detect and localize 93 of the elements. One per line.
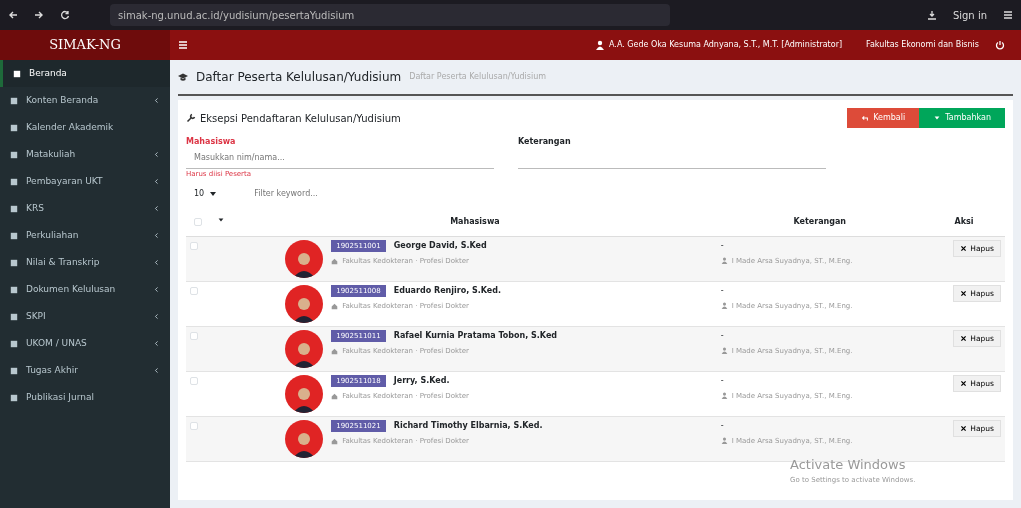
undo-arrow-icon — [861, 114, 870, 122]
page-length-select[interactable]: 10 — [194, 187, 205, 200]
sidebar-item[interactable]: Konten Beranda — [0, 87, 170, 114]
home-icon — [331, 257, 339, 265]
row-checkbox[interactable] — [190, 241, 198, 250]
row-checkbox[interactable] — [190, 331, 198, 340]
home-icon — [331, 392, 339, 400]
menu-item-icon — [10, 285, 18, 294]
student-name: George David, S.Ked — [393, 239, 487, 252]
forward-icon[interactable] — [34, 10, 44, 20]
back-icon[interactable] — [8, 10, 18, 20]
person-icon — [720, 302, 728, 310]
user-name[interactable]: A.A. Gede Oka Kesuma Adnyana, S.T., M.T. [Administrator] — [609, 39, 843, 51]
back-button[interactable]: Kembali — [847, 108, 920, 128]
menu-item-icon — [10, 123, 18, 132]
menu-item-icon — [10, 339, 18, 348]
sidebar-item[interactable]: Tugas Akhir — [0, 357, 170, 384]
sidebar-item[interactable]: Perkuliahan — [0, 222, 170, 249]
brand-logo[interactable]: SIMAK-NG — [0, 30, 170, 60]
menu-item-icon — [10, 258, 18, 267]
page-subtitle: Daftar Peserta Kelulusan/Yudisium — [409, 71, 547, 83]
person-icon — [720, 347, 728, 355]
activation-notice-title: Activate Windows — [790, 456, 907, 474]
reload-icon[interactable] — [60, 10, 70, 20]
row-checkbox[interactable] — [190, 286, 198, 295]
field-label: Keterangan — [518, 136, 572, 148]
row-checkbox[interactable] — [190, 421, 198, 430]
user-icon — [595, 40, 605, 50]
sign-in-link[interactable]: Sign in — [952, 7, 987, 23]
close-icon — [960, 244, 968, 252]
sidebar-item[interactable]: Nilai & Transkrip — [0, 249, 170, 276]
avatar — [285, 284, 324, 323]
menu-item-icon — [13, 69, 21, 78]
note-text: - — [720, 239, 725, 252]
sidebar-item[interactable]: UKOM / UNAS — [0, 330, 170, 357]
avatar — [285, 419, 324, 458]
menu-item-icon — [10, 231, 18, 240]
student-name: Jerry, S.Ked. — [393, 374, 450, 387]
row-checkbox[interactable] — [190, 376, 198, 385]
sidebar-item[interactable]: Kalender Akademik — [0, 114, 170, 141]
student-name: Eduardo Renjiro, S.Ked. — [393, 284, 502, 297]
address-bar[interactable]: simak-ng.unud.ac.id/yudisium/pesertaYudisium — [110, 4, 670, 26]
menu-item-icon — [10, 393, 18, 402]
faculty-name[interactable]: Fakultas Ekonomi dan Bisnis — [866, 39, 979, 51]
column-header[interactable]: Keterangan — [716, 207, 923, 236]
menu-item-icon — [10, 96, 18, 105]
close-icon — [960, 379, 968, 387]
filter-field[interactable]: Filter keyword... — [246, 183, 447, 204]
graduation-cap-icon — [178, 72, 188, 82]
note-text: - — [720, 419, 725, 432]
home-icon — [331, 437, 339, 445]
sidebar-item[interactable]: Matakuliah — [0, 141, 170, 168]
person-icon — [720, 257, 728, 265]
sidebar-item[interactable]: Dokumen Kelulusan — [0, 276, 170, 303]
student-name: Rafael Kurnia Pratama Tobon, S.Ked — [393, 329, 558, 342]
menu-item-icon — [10, 177, 18, 186]
column-header[interactable]: Mahasiswa — [233, 207, 717, 236]
close-icon — [960, 334, 968, 342]
close-icon — [960, 289, 968, 297]
sidebar-item[interactable]: Beranda — [0, 60, 170, 87]
sidebar-item[interactable]: Pembayaran UKT — [0, 168, 170, 195]
close-icon — [960, 424, 968, 432]
student-select[interactable]: Masukkan nim/nama... — [186, 148, 494, 169]
avatar — [285, 239, 324, 278]
column-header[interactable]: Aksi — [922, 207, 1005, 236]
menu-item-icon — [10, 204, 18, 213]
student-name: Richard Timothy Elbarnia, S.Ked. — [393, 419, 543, 432]
home-icon — [331, 302, 339, 310]
avatar — [285, 329, 324, 368]
caret-icon — [933, 114, 942, 122]
sidebar-item[interactable]: KRS — [0, 195, 170, 222]
home-icon — [331, 347, 339, 355]
note-text: - — [720, 329, 725, 342]
person-icon — [720, 392, 728, 400]
note-text: - — [720, 284, 725, 297]
download-icon[interactable] — [926, 10, 937, 20]
sidebar-item[interactable]: SKPI — [0, 303, 170, 330]
sort-icon[interactable] — [217, 215, 226, 224]
menu-item-icon — [10, 150, 18, 159]
select-all-checkbox[interactable] — [193, 217, 202, 226]
wrench-icon — [186, 113, 196, 123]
card-title: Eksepsi Pendaftaran Kelulusan/Yudisium — [200, 111, 401, 126]
sidebar-item[interactable]: Publikasi Jurnal — [0, 384, 170, 411]
menu-item-icon — [10, 312, 18, 321]
person-icon — [720, 437, 728, 445]
field-label: Mahasiswa — [186, 136, 237, 148]
menu-item-icon — [10, 366, 18, 375]
url-text: simak-ng.unud.ac.id/yudisium/pesertaYudisium — [118, 8, 355, 23]
page-title: Daftar Peserta Kelulusan/Yudisium — [196, 69, 402, 86]
power-icon[interactable] — [995, 40, 1005, 50]
menu-icon[interactable] — [1003, 10, 1013, 20]
note-text: - — [720, 374, 725, 387]
avatar — [285, 374, 324, 413]
